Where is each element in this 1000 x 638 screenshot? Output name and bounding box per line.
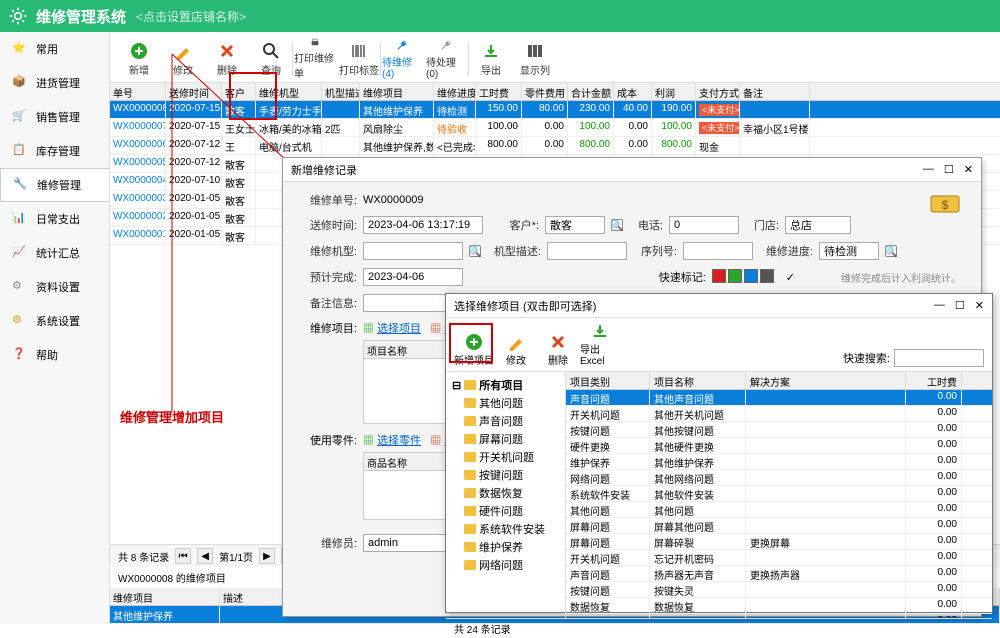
money-icon: $: [929, 192, 961, 216]
tree-item[interactable]: 声音问题: [450, 412, 561, 430]
toolbar-导出[interactable]: 导出: [470, 38, 512, 80]
gear-icon: [8, 6, 28, 26]
toolbar-打印标签[interactable]: 打印标签: [338, 38, 380, 80]
serial-input[interactable]: [683, 242, 753, 260]
table-row[interactable]: WX00000072020-07-15王女士冰箱/美的冰箱2匹风扇除尘待验收10…: [110, 119, 1000, 137]
minimize-icon[interactable]: —: [934, 299, 945, 312]
item-row[interactable]: 硬件更换其他硬件更换0.00: [566, 438, 992, 454]
tree-item[interactable]: 按键问题: [450, 466, 561, 484]
sidebar-item-9[interactable]: ❓帮助: [0, 338, 109, 372]
close-icon[interactable]: ✕: [975, 299, 984, 312]
due-input[interactable]: [363, 268, 463, 286]
category-tree[interactable]: ⊟ 所有项目 其他问题 声音问题 屏幕问题 开关机问题 按键问题 数据恢复 硬件…: [446, 372, 566, 618]
tree-item[interactable]: 维护保养: [450, 538, 561, 556]
sidebar-item-2[interactable]: 🛒销售管理: [0, 100, 109, 134]
item-table[interactable]: 项目类别项目名称解决方案工时费声音问题其他声音问题0.00开关机问题其他开关机问…: [566, 372, 992, 618]
sidebar-item-8[interactable]: ⚙系统设置: [0, 304, 109, 338]
model-input[interactable]: [363, 242, 463, 260]
dlg2-tb-修改[interactable]: 修改: [496, 333, 536, 367]
color-swatch[interactable]: [744, 269, 758, 283]
tree-item[interactable]: 其他问题: [450, 394, 561, 412]
dlg2-footer: 共 24 条记录: [454, 621, 511, 636]
item-row[interactable]: 声音问题扬声器无声音更换扬声器0.00: [566, 566, 992, 582]
choose-part-link[interactable]: 选择零件: [377, 435, 421, 447]
sidebar-item-5[interactable]: 📊日常支出: [0, 202, 109, 236]
item-row[interactable]: 开关机问题忘记开机密码0.00: [566, 550, 992, 566]
tree-item[interactable]: 屏幕问题: [450, 430, 561, 448]
phone-input[interactable]: [669, 216, 739, 234]
sidebar-item-1[interactable]: 📦进货管理: [0, 66, 109, 100]
main-toolbar: 新增修改删除查询打印维修单打印标签待维修(4)待处理(0)导出显示列: [110, 32, 1000, 83]
search-customer-icon[interactable]: 🔍: [611, 219, 623, 231]
close-icon[interactable]: ✕: [964, 163, 973, 176]
dlg2-tb-导出Excel[interactable]: 导出Excel: [580, 322, 620, 367]
sidebar-item-0[interactable]: ⭐常用: [0, 32, 109, 66]
item-row[interactable]: 开关机问题无故关机0.00: [566, 614, 992, 618]
svg-text:$: $: [942, 198, 949, 212]
choose-item-link[interactable]: 选择项目: [377, 323, 421, 335]
record-summary: 共 8 条记录: [118, 549, 169, 564]
first-page-button[interactable]: ⏮: [175, 548, 191, 564]
search-progress-icon[interactable]: 🔍: [885, 245, 897, 257]
time-input[interactable]: [363, 216, 483, 234]
table-row[interactable]: WX00000062020-07-12王电脑/台式机其他维护保养,数…<已完成>…: [110, 137, 1000, 155]
minimize-icon[interactable]: —: [923, 163, 934, 176]
item-row[interactable]: 按键问题按键失灵0.00: [566, 582, 992, 598]
item-row[interactable]: 开关机问题其他开关机问题0.00: [566, 406, 992, 422]
app-title: 维修管理系统: [36, 6, 126, 27]
page-indicator: 第1/1页: [219, 549, 253, 564]
tree-item[interactable]: 硬件问题: [450, 502, 561, 520]
toolbar-待处理(0)[interactable]: 待处理(0): [426, 38, 468, 80]
item-row[interactable]: 声音问题其他声音问题0.00: [566, 390, 992, 406]
toolbar-删除[interactable]: 删除: [206, 38, 248, 80]
tree-item[interactable]: 网络问题: [450, 556, 561, 574]
toolbar-打印维修单[interactable]: 打印维修单: [294, 38, 336, 80]
progress-select[interactable]: [819, 242, 879, 260]
sidebar-item-7[interactable]: ⚙资料设置: [0, 270, 109, 304]
search-model-icon[interactable]: 🔍: [469, 245, 481, 257]
table-row[interactable]: WX00000082020-07-15散客手表/劳力士手…其他维护保养待检测15…: [110, 101, 1000, 119]
model-desc-input[interactable]: [547, 242, 627, 260]
shop-select[interactable]: [785, 216, 851, 234]
sidebar-item-6[interactable]: 📈统计汇总: [0, 236, 109, 270]
color-swatch[interactable]: [728, 269, 742, 283]
sidebar: ⭐常用📦进货管理🛒销售管理📋库存管理🔧维修管理📊日常支出📈统计汇总⚙资料设置⚙系…: [0, 32, 110, 624]
item-row[interactable]: 数据恢复数据恢复0.00: [566, 598, 992, 614]
tree-item[interactable]: 数据恢复: [450, 484, 561, 502]
toolbar-查询[interactable]: 查询: [250, 38, 292, 80]
annotation-text: 维修管理增加项目: [120, 407, 224, 426]
toolbar-新增[interactable]: 新增: [118, 38, 160, 80]
app-header: 维修管理系统 <点击设置店铺名称>: [0, 0, 1000, 32]
item-row[interactable]: 其他问题其他问题0.00: [566, 502, 992, 518]
customer-input[interactable]: [545, 216, 605, 234]
next-page-button[interactable]: ▶: [259, 548, 275, 564]
dlg2-tb-新增项目[interactable]: 新增项目: [454, 333, 494, 367]
item-row[interactable]: 维护保养其他维护保养0.00: [566, 454, 992, 470]
color-swatch[interactable]: [760, 269, 774, 283]
tree-item[interactable]: 系统软件安装: [450, 520, 561, 538]
toolbar-显示列[interactable]: 显示列: [514, 38, 556, 80]
item-row[interactable]: 屏幕问题屏幕其他问题0.00: [566, 518, 992, 534]
toolbar-修改[interactable]: 修改: [162, 38, 204, 80]
shop-name-placeholder[interactable]: <点击设置店铺名称>: [136, 8, 246, 25]
choose-item-dialog: 选择维修项目 (双击即可选择) — ☐ ✕ 新增项目修改删除导出Excel快速搜…: [445, 293, 993, 613]
maximize-icon[interactable]: ☐: [955, 299, 965, 312]
color-swatch[interactable]: [712, 269, 726, 283]
item-row[interactable]: 系统软件安装其他软件安装0.00: [566, 486, 992, 502]
prev-page-button[interactable]: ◀: [197, 548, 213, 564]
item-row[interactable]: 按键问题其他按键问题0.00: [566, 422, 992, 438]
item-row[interactable]: 屏幕问题屏幕碎裂更换屏幕0.00: [566, 534, 992, 550]
repair-no: WX0000009: [363, 194, 463, 206]
tree-item[interactable]: 开关机问题: [450, 448, 561, 466]
dlg2-tb-删除[interactable]: 删除: [538, 333, 578, 367]
maximize-icon[interactable]: ☐: [944, 163, 954, 176]
item-row[interactable]: 网络问题其他网络问题0.00: [566, 470, 992, 486]
toolbar-待维修(4)[interactable]: 待维修(4): [382, 38, 424, 80]
quick-search-input[interactable]: [894, 349, 984, 367]
dialog2-title: 选择维修项目 (双击即可选择): [454, 298, 596, 314]
sidebar-item-3[interactable]: 📋库存管理: [0, 134, 109, 168]
sidebar-item-4[interactable]: 🔧维修管理: [0, 168, 109, 202]
dialog1-title: 新增维修记录: [291, 162, 357, 178]
